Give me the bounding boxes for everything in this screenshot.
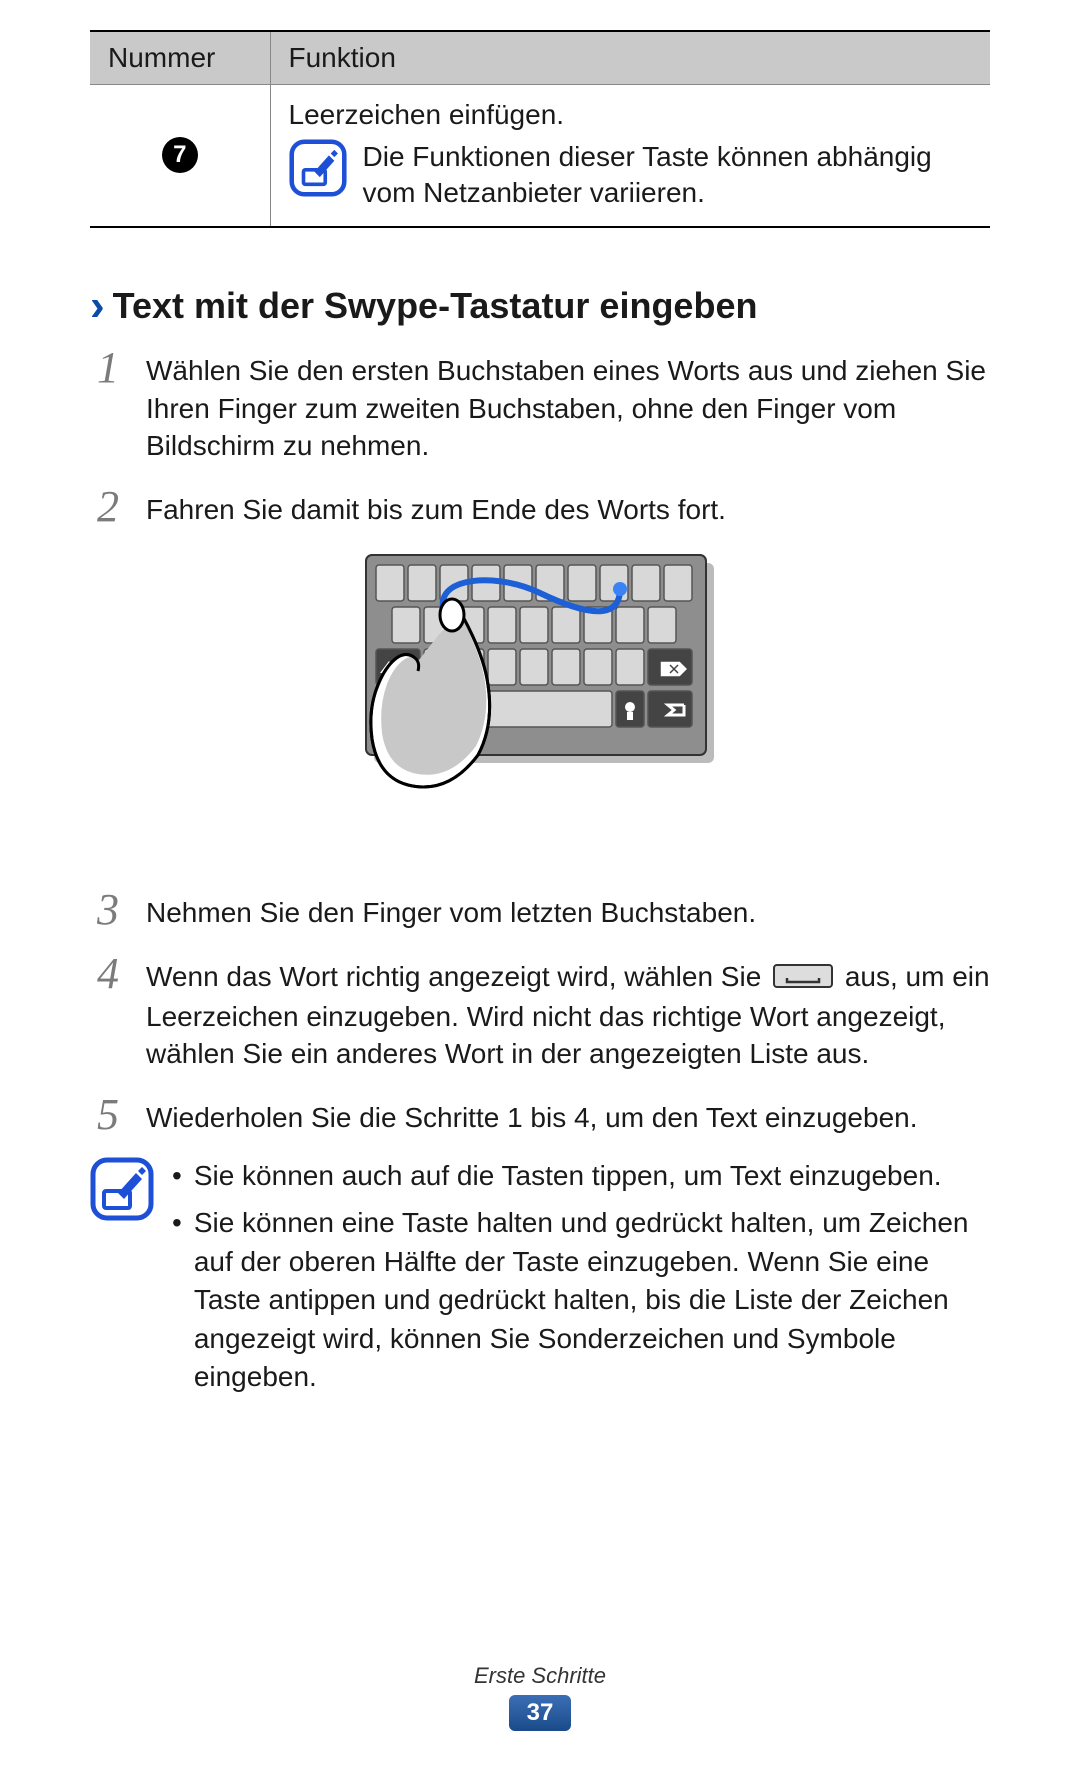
step-number: 5	[90, 1093, 126, 1137]
row-number-badge: 7	[162, 137, 198, 173]
table-header-function: Funktion	[270, 31, 990, 85]
spacebar-icon	[773, 960, 833, 998]
tip-text: Sie können eine Taste halten und gedrück…	[194, 1204, 990, 1397]
tips-block: Sie können auch auf die Tasten tippen, u…	[90, 1157, 990, 1405]
step-number: 3	[90, 888, 126, 932]
function-table: Nummer Funktion 7 Leerzeichen einfügen.	[90, 30, 990, 228]
swype-keyboard-illustration	[90, 549, 990, 854]
note-icon	[289, 139, 347, 197]
step-text: Fahren Sie damit bis zum Ende des Worts …	[146, 485, 726, 529]
step4-text-a: Wenn das Wort richtig angezeigt wird, wä…	[146, 961, 769, 992]
tips-list: Sie können auch auf die Tasten tippen, u…	[172, 1157, 990, 1405]
chevron-icon: ›	[90, 284, 105, 328]
section-title: › Text mit der Swype-Tastatur eingeben	[90, 284, 990, 328]
note-icon	[90, 1157, 154, 1221]
row-note-text: Die Funktionen dieser Taste können abhän…	[363, 139, 973, 212]
page-number-badge: 37	[509, 1695, 572, 1731]
step-5: 5 Wiederholen Sie die Schritte 1 bis 4, …	[90, 1093, 990, 1137]
step-text: Wenn das Wort richtig angezeigt wird, wä…	[146, 952, 990, 1073]
section-heading: Text mit der Swype-Tastatur eingeben	[113, 285, 758, 327]
step-2: 2 Fahren Sie damit bis zum Ende des Wort…	[90, 485, 990, 529]
row-function-text: Leerzeichen einfügen.	[289, 99, 973, 131]
step-1: 1 Wählen Sie den ersten Buchstaben eines…	[90, 346, 990, 465]
step-4: 4 Wenn das Wort richtig angezeigt wird, …	[90, 952, 990, 1073]
footer-section-label: Erste Schritte	[0, 1663, 1080, 1689]
step-3: 3 Nehmen Sie den Finger vom letzten Buch…	[90, 888, 990, 932]
step-text: Wählen Sie den ersten Buchstaben eines W…	[146, 346, 990, 465]
page-footer: Erste Schritte 37	[0, 1663, 1080, 1731]
step-number: 2	[90, 485, 126, 529]
step-number: 4	[90, 952, 126, 996]
step-text: Wiederholen Sie die Schritte 1 bis 4, um…	[146, 1093, 918, 1137]
step-number: 1	[90, 346, 126, 390]
table-row: 7 Leerzeichen einfügen. D	[90, 85, 990, 227]
table-header-number: Nummer	[90, 31, 270, 85]
tip-text: Sie können auch auf die Tasten tippen, u…	[194, 1157, 942, 1196]
step-text: Nehmen Sie den Finger vom letzten Buchst…	[146, 888, 756, 932]
